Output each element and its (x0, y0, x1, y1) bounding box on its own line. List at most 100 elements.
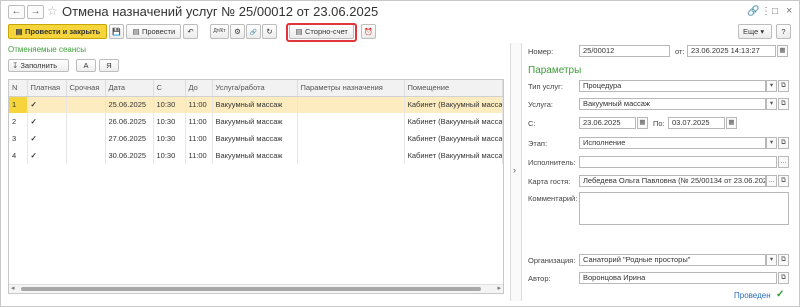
cell-room: Кабинет (Вакуумный массаж) (404, 130, 503, 147)
forward-icon[interactable]: → (27, 5, 44, 19)
column-header[interactable]: С (153, 80, 186, 97)
author-field[interactable]: Воронцова Ирина (579, 272, 777, 284)
chevron-down-icon[interactable]: ▾ (766, 80, 777, 92)
close-icon[interactable]: × (786, 5, 792, 17)
panel-splitter[interactable]: › (510, 43, 522, 301)
select-icon[interactable]: … (778, 156, 789, 168)
back-icon[interactable]: ← (8, 5, 25, 19)
calendar-icon[interactable]: ▦ (777, 45, 788, 57)
service-type-field[interactable]: Процедура (579, 80, 766, 92)
link-icon: 🔗 (249, 30, 258, 36)
settings-button[interactable]: ⚙ (230, 24, 245, 39)
cell-params (297, 96, 405, 113)
author-label: Автор: (528, 274, 551, 283)
cell-service: Вакуумный массаж (212, 96, 298, 113)
cell-n: 2 (9, 113, 28, 130)
cell-service: Вакуумный массаж (212, 113, 298, 130)
table-row[interactable]: 3 ✓ 27.06.2025 10:30 11:00 Вакуумный массаж Ка… (9, 130, 503, 147)
date-to-label: По: (653, 119, 665, 128)
link-icon[interactable]: 🔗 (747, 6, 759, 18)
scrollbar-thumb[interactable] (21, 287, 481, 291)
column-header[interactable]: Помещение (404, 80, 503, 97)
fill-button[interactable]: ↧ Заполнить (8, 59, 69, 72)
date-to-field[interactable]: 03.07.2025 (668, 117, 725, 129)
service-label: Услуга: (528, 100, 553, 109)
select-icon[interactable]: … (766, 175, 777, 187)
checkmark-icon: ✓ (27, 147, 67, 164)
cell-urgent (66, 130, 106, 147)
stage-label: Этап: (528, 139, 548, 148)
cell-n: 4 (9, 147, 28, 164)
cell-urgent (66, 147, 106, 164)
post-close-icon: ▤ (15, 27, 23, 36)
calendar-icon[interactable]: ▦ (726, 117, 737, 129)
organization-field[interactable]: Санаторий "Родные просторы" (579, 254, 766, 266)
organization-label: Организация: (528, 256, 576, 265)
window-title: Отмена назначений услуг № 25/00012 от 23… (62, 4, 379, 19)
table-row[interactable]: 4 ✓ 30.06.2025 10:30 11:00 Вакуумный массаж Ка… (9, 147, 503, 164)
chevron-down-icon[interactable]: ▾ (766, 254, 777, 266)
chevron-down-icon[interactable]: ▾ (766, 98, 777, 110)
cell-urgent (66, 96, 106, 113)
column-header[interactable]: Платная (27, 80, 67, 97)
open-icon[interactable]: ⧉ (778, 272, 789, 284)
comment-field[interactable] (579, 192, 789, 225)
date-from-field[interactable]: 23.06.2025 (579, 117, 636, 129)
post-button[interactable]: ▤ Провести (126, 24, 181, 39)
service-field[interactable]: Вакуумный массаж (579, 98, 766, 110)
menu-icon[interactable]: ⋮ (761, 6, 771, 18)
post-and-close-label: Провести и закрыть (25, 27, 101, 36)
help-button[interactable]: ? (776, 24, 791, 39)
link-button[interactable]: 🔗 (246, 24, 261, 39)
cell-from: 10:30 (153, 96, 186, 113)
cell-date: 30.06.2025 (105, 147, 154, 164)
comment-label: Комментарий: (528, 194, 578, 203)
title-bar: ← → ☆ Отмена назначений услуг № 25/00012… (1, 1, 799, 23)
cell-params (297, 130, 405, 147)
date-label: от: (675, 47, 685, 56)
cell-urgent (66, 113, 106, 130)
history-button[interactable]: ↻ (262, 24, 277, 39)
save-button[interactable]: 💾 (109, 24, 124, 39)
column-header[interactable]: Услуга/работа (212, 80, 298, 97)
column-header[interactable]: N (9, 80, 28, 97)
font-ya-button[interactable]: Я (99, 59, 119, 72)
star-icon[interactable]: ☆ (47, 4, 58, 18)
column-header[interactable]: Срочная (66, 80, 106, 97)
open-icon[interactable]: ⧉ (778, 137, 789, 149)
document-date-field[interactable]: 23.06.2025 14:13:27 (687, 45, 776, 57)
table-row[interactable]: 2 ✓ 26.06.2025 10:30 11:00 Вакуумный массаж Ка… (9, 113, 503, 130)
horizontal-scrollbar[interactable]: ◂ ▸ (9, 284, 503, 293)
column-header[interactable]: Параметры назначения (297, 80, 405, 97)
chevron-down-icon[interactable]: ▾ (766, 137, 777, 149)
date-from-label: С: (528, 119, 536, 128)
open-icon[interactable]: ⧉ (778, 98, 789, 110)
help-icon: ? (781, 27, 786, 36)
calendar-icon[interactable]: ▦ (637, 117, 648, 129)
column-header[interactable]: До (185, 80, 213, 97)
column-header[interactable]: Дата (105, 80, 154, 97)
table-row[interactable]: 1 ✓ 25.06.2025 10:30 11:00 Вакуумный массаж Ка… (9, 96, 503, 113)
cell-n: 3 (9, 130, 28, 147)
open-icon[interactable]: ⧉ (778, 175, 789, 187)
open-icon[interactable]: ⧉ (778, 254, 789, 266)
executor-field[interactable] (579, 156, 777, 168)
cell-to: 11:00 (185, 147, 213, 164)
checkmark-icon: ✓ (27, 96, 67, 113)
stage-field[interactable]: Исполнение (579, 137, 766, 149)
maximize-icon[interactable]: □ (772, 6, 778, 18)
scroll-right-icon[interactable]: ▸ (497, 285, 501, 293)
undo-post-button[interactable]: ↶ (183, 24, 198, 39)
dt-kt-button[interactable]: Дт/Кт (210, 24, 229, 39)
scroll-left-icon[interactable]: ◂ (11, 285, 15, 293)
guest-card-field[interactable]: Лебедева Ольга Павловна (№ 25/00134 от 2… (579, 175, 766, 187)
open-icon[interactable]: ⧉ (778, 80, 789, 92)
more-button[interactable]: Еще ▾ (738, 24, 772, 39)
post-and-close-button[interactable]: ▤ Провести и закрыть (8, 24, 107, 39)
number-field[interactable]: 25/00012 (579, 45, 670, 57)
dt-kt-icon: Дт/Кт (213, 28, 226, 34)
timer-button[interactable]: ⏰ (361, 24, 376, 39)
chevron-right-icon[interactable]: › (513, 165, 516, 175)
font-a-button[interactable]: A (76, 59, 96, 72)
post-icon: ▤ (132, 27, 140, 36)
